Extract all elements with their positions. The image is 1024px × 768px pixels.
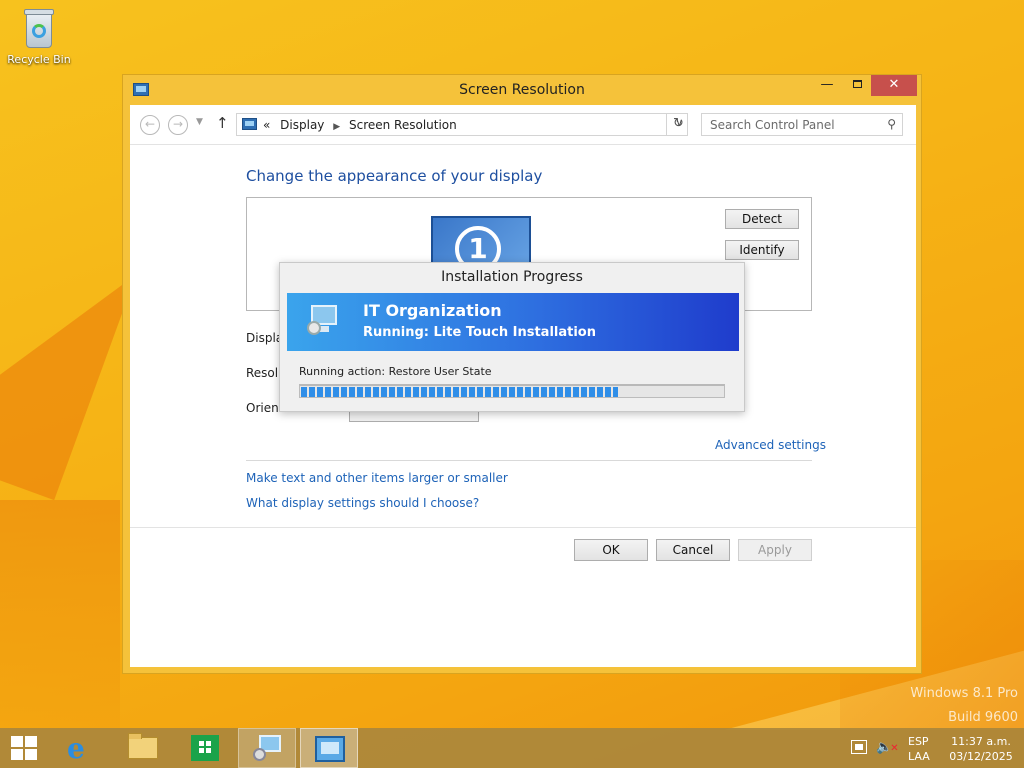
back-button[interactable]: ←	[140, 115, 160, 135]
clock-time: 11:37 a.m.	[951, 735, 1011, 748]
keyboard-layout-code: LAA	[908, 750, 930, 763]
network-icon[interactable]	[851, 740, 867, 754]
internet-explorer-icon: e	[67, 732, 85, 765]
display-help-link[interactable]: What display settings should I choose?	[246, 496, 479, 510]
maximize-button[interactable]	[843, 75, 871, 96]
minimize-button[interactable]: —	[813, 75, 841, 96]
dialog-banner: IT Organization Running: Lite Touch Inst…	[287, 293, 739, 351]
input-language-indicator[interactable]: ESP LAA	[908, 734, 930, 768]
file-explorer-icon	[128, 733, 158, 759]
breadcrumb-item-screen-resolution[interactable]: Screen Resolution	[349, 118, 457, 132]
search-placeholder: Search Control Panel	[710, 118, 835, 132]
deployment-icon	[307, 305, 341, 337]
taskbar-store[interactable]	[176, 728, 234, 768]
control-panel-icon	[242, 118, 257, 130]
start-button[interactable]	[0, 728, 50, 768]
organization-name: IT Organization	[363, 301, 502, 320]
dialog-title: Installation Progress	[441, 269, 583, 285]
store-icon	[191, 735, 219, 761]
divider	[130, 527, 916, 528]
progress-bar	[299, 384, 725, 398]
recycle-bin-shortcut[interactable]: Recycle Bin	[6, 6, 72, 66]
breadcrumb-overflow[interactable]: «	[263, 118, 270, 132]
clock[interactable]: 11:37 a.m. 03/12/2025	[944, 734, 1018, 768]
control-panel-icon	[315, 736, 345, 762]
status-text: Running: Lite Touch Installation	[363, 325, 596, 340]
wallpaper-shape	[0, 500, 120, 730]
apply-button: Apply	[738, 539, 812, 561]
taskbar-internet-explorer[interactable]: e	[52, 728, 110, 768]
os-watermark-build: Build 9600	[948, 710, 1018, 725]
wallpaper-shape	[0, 219, 137, 501]
os-watermark-edition: Windows 8.1 Pro	[910, 686, 1018, 701]
close-button[interactable]: ✕	[871, 75, 917, 96]
maximize-icon	[852, 80, 862, 88]
page-title: Change the appearance of your display	[246, 167, 543, 185]
deployment-icon	[253, 735, 283, 763]
refresh-button[interactable]: ↻	[666, 113, 690, 136]
identify-button[interactable]: Identify	[725, 240, 799, 260]
divider	[246, 460, 812, 461]
current-action-text: Running action: Restore User State	[299, 365, 492, 378]
advanced-settings-link[interactable]: Advanced settings	[715, 438, 826, 452]
taskbar-deployment-wizard[interactable]	[238, 728, 296, 768]
cancel-button[interactable]: Cancel	[656, 539, 730, 561]
navigation-bar: ← → ▼ ↑ « Display ▶ Screen Resolution ∨ …	[130, 105, 916, 145]
orientation-label: Orient	[246, 401, 284, 415]
ok-button[interactable]: OK	[574, 539, 648, 561]
clock-date: 03/12/2025	[949, 750, 1013, 763]
breadcrumb: « Display ▶ Screen Resolution	[263, 118, 457, 132]
breadcrumb-item-display[interactable]: Display	[280, 118, 324, 132]
taskbar: e 🔈✕ ESP LAA 11:37 a.m. 03/12/2025	[0, 728, 1024, 768]
chevron-right-icon[interactable]: ▶	[333, 122, 340, 132]
progress-bar-fill	[301, 387, 618, 397]
taskbar-control-panel[interactable]	[300, 728, 358, 768]
taskbar-file-explorer[interactable]	[114, 728, 172, 768]
language-code: ESP	[908, 735, 929, 748]
detect-button[interactable]: Detect	[725, 209, 799, 229]
window-title: Screen Resolution	[459, 82, 585, 98]
search-icon[interactable]: ⚲	[887, 117, 896, 131]
recycle-bin-label: Recycle Bin	[7, 53, 71, 66]
search-input[interactable]: Search Control Panel ⚲	[701, 113, 903, 136]
recycle-bin-icon	[22, 6, 56, 50]
volume-muted-icon[interactable]: 🔈✕	[876, 740, 899, 768]
up-button[interactable]: ↑	[216, 114, 229, 132]
text-size-link[interactable]: Make text and other items larger or smal…	[246, 471, 508, 485]
title-bar[interactable]: Screen Resolution — ✕	[123, 75, 921, 105]
address-bar[interactable]: « Display ▶ Screen Resolution ∨	[236, 113, 688, 136]
installation-progress-dialog: Installation Progress IT Organization Ru…	[279, 262, 745, 412]
windows-logo-icon	[11, 736, 37, 760]
recent-locations-dropdown[interactable]: ▼	[196, 117, 203, 127]
forward-button[interactable]: →	[168, 115, 188, 135]
